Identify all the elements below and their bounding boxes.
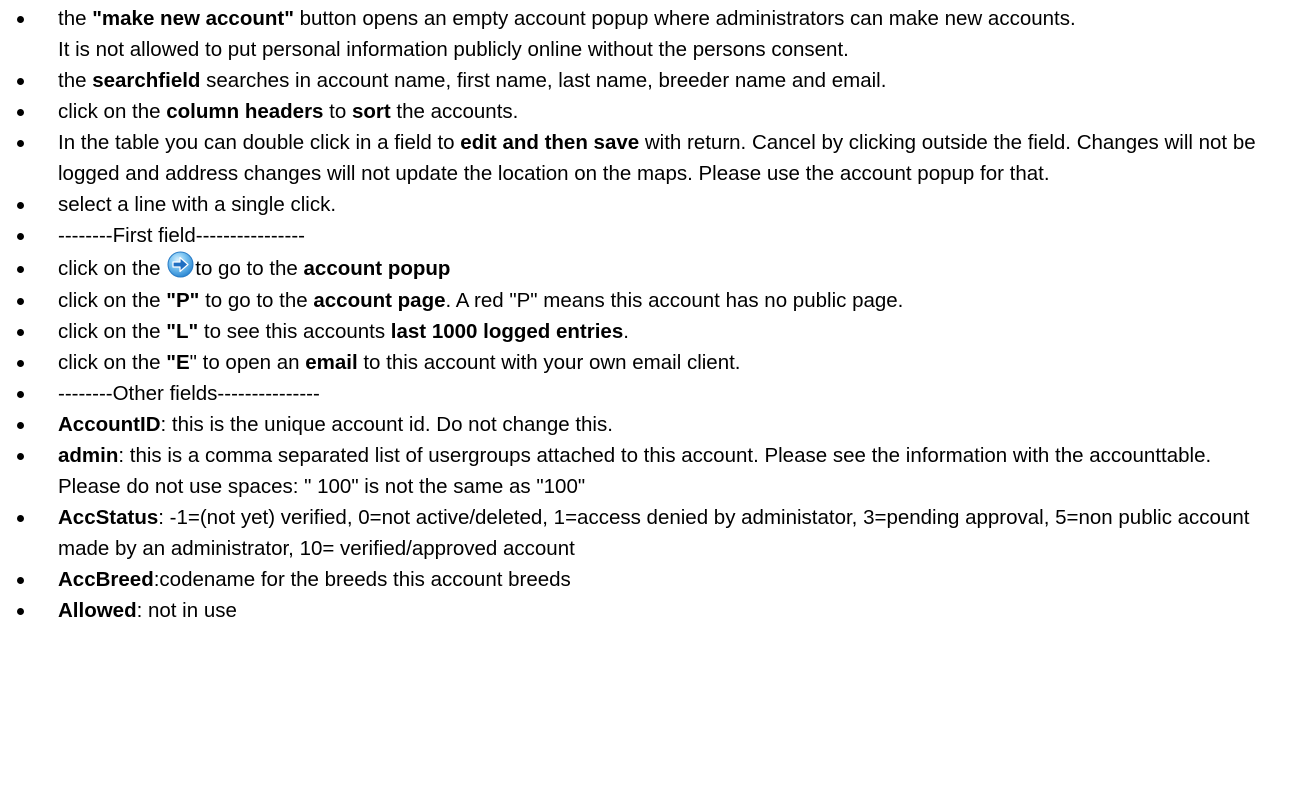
item-text: searches in account name, first name, la… <box>200 69 887 92</box>
item-text: click on the <box>58 351 167 374</box>
item-text: . A red "P" means this account has no pu… <box>445 289 904 312</box>
item-text: click on the <box>58 289 167 312</box>
item-text: click on the <box>58 320 167 343</box>
item-text: " to open an <box>189 351 306 374</box>
list-item-other-fields-divider: --------Other fields--------------- <box>0 378 1290 409</box>
list-item-account-popup: click on the to go to the account popup <box>0 251 1290 285</box>
item-text: click on the <box>58 257 167 280</box>
list-item-column-headers: click on the column headers to sort the … <box>0 96 1290 127</box>
edit-save-term: edit and then save <box>460 131 640 154</box>
list-item-accbreed: AccBreed:codename for the breeds this ac… <box>0 564 1290 595</box>
item-text: button opens an empty account popup wher… <box>293 7 1076 30</box>
item-text: to <box>323 100 352 123</box>
item-text: : -1=(not yet) verified, 0=not active/de… <box>58 506 1250 560</box>
list-item-accstatus: AccStatus: -1=(not yet) verified, 0=not … <box>0 502 1290 564</box>
item-text: : this is the unique account id. Do not … <box>160 413 613 436</box>
logged-entries-term: last 1000 logged entries <box>390 320 624 343</box>
list-item-accountid: AccountID: this is the unique account id… <box>0 409 1290 440</box>
list-item-p-link: click on the "P" to go to the account pa… <box>0 285 1290 316</box>
item-text: to go to the <box>199 289 314 312</box>
list-item-e-link: click on the "E" to open an email to thi… <box>0 347 1290 378</box>
email-term: email <box>305 351 358 374</box>
account-page-term: account page <box>313 289 446 312</box>
item-text: click on the <box>58 100 167 123</box>
blue-arrow-right-icon <box>167 251 194 278</box>
list-item-admin: admin: this is a comma separated list of… <box>0 440 1290 502</box>
help-bullet-list: the "make new account" button opens an e… <box>0 3 1290 626</box>
help-document: the "make new account" button opens an e… <box>0 0 1290 794</box>
section-divider-text: --------Other fields--------------- <box>58 382 320 405</box>
item-note: It is not allowed to put personal inform… <box>58 38 849 61</box>
admin-term: admin <box>58 444 119 467</box>
list-item-select-line: select a line with a single click. <box>0 189 1290 220</box>
searchfield-term: searchfield <box>92 69 201 92</box>
l-term: "L" <box>166 320 199 343</box>
item-text: In the table you can double click in a f… <box>58 131 461 154</box>
make-new-account-label: "make new account" <box>92 7 294 30</box>
list-item-edit-save: In the table you can double click in a f… <box>0 127 1290 189</box>
list-item-make-new-account: the "make new account" button opens an e… <box>0 3 1290 65</box>
column-headers-term: column headers <box>166 100 324 123</box>
list-item-first-field-divider: --------First field---------------- <box>0 220 1290 251</box>
list-item-searchfield: the searchfield searches in account name… <box>0 65 1290 96</box>
item-text: to see this accounts <box>198 320 391 343</box>
e-term: "E <box>166 351 190 374</box>
item-text: to this account with your own email clie… <box>357 351 741 374</box>
account-popup-term: account popup <box>303 257 451 280</box>
p-term: "P" <box>166 289 200 312</box>
accbreed-term: AccBreed <box>58 568 154 591</box>
accstatus-term: AccStatus <box>58 506 159 529</box>
item-text: : not in use <box>136 599 237 622</box>
sort-term: sort <box>351 100 391 123</box>
item-text: select a line with a single click. <box>58 193 337 216</box>
list-item-allowed: Allowed: not in use <box>0 595 1290 626</box>
item-text: the <box>58 7 93 30</box>
item-text: . <box>623 320 629 343</box>
item-text: :codename for the breeds this account br… <box>153 568 571 591</box>
item-text: the accounts. <box>390 100 519 123</box>
list-item-l-link: click on the "L" to see this accounts la… <box>0 316 1290 347</box>
item-text: the <box>58 69 93 92</box>
accountid-term: AccountID <box>58 413 161 436</box>
allowed-term: Allowed <box>58 599 137 622</box>
item-text: : this is a comma separated list of user… <box>58 444 1212 498</box>
item-text: to go to the <box>195 257 304 280</box>
section-divider-text: --------First field---------------- <box>58 224 305 247</box>
